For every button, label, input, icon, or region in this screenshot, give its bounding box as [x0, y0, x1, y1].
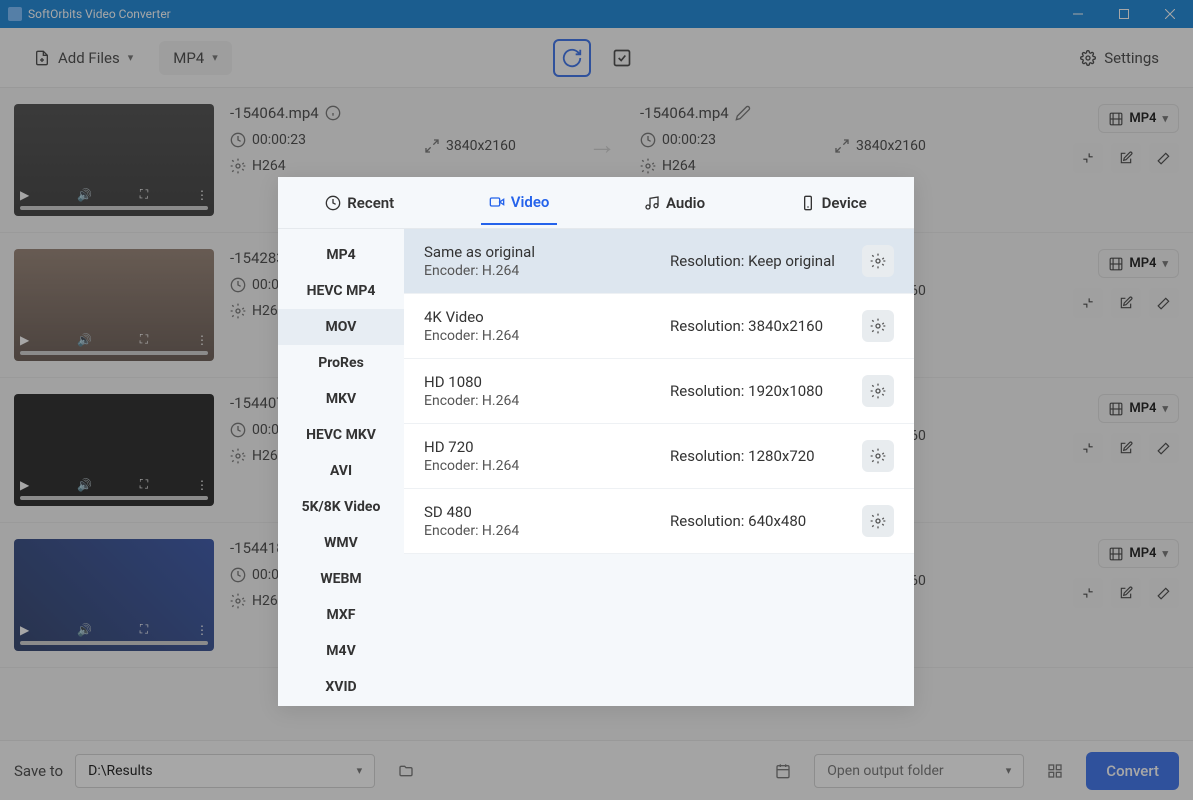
preset-title: Same as original: [424, 243, 658, 261]
format-item-m4v[interactable]: M4V: [278, 633, 404, 669]
preset-settings-button[interactable]: [862, 310, 894, 342]
gear-icon: [870, 448, 886, 464]
preset-row[interactable]: HD 1080 Encoder: H.264 Resolution: 1920x…: [404, 359, 914, 424]
preset-resolution: Resolution: 1920x1080: [670, 382, 850, 400]
tab-device[interactable]: Device: [792, 182, 875, 224]
video-icon: [489, 194, 505, 210]
preset-encoder: Encoder: H.264: [424, 393, 658, 409]
format-item-mkv[interactable]: MKV: [278, 381, 404, 417]
preset-resolution: Resolution: Keep original: [670, 252, 850, 270]
tab-recent-label: Recent: [347, 194, 394, 212]
tab-video[interactable]: Video: [481, 181, 558, 225]
preset-row[interactable]: HD 720 Encoder: H.264 Resolution: 1280x7…: [404, 424, 914, 489]
format-item-wmv[interactable]: WMV: [278, 525, 404, 561]
music-icon: [644, 195, 660, 211]
preset-settings-button[interactable]: [862, 245, 894, 277]
clock-icon: [325, 195, 341, 211]
format-item-mxf[interactable]: MXF: [278, 597, 404, 633]
gear-icon: [870, 383, 886, 399]
preset-row[interactable]: 4K Video Encoder: H.264 Resolution: 3840…: [404, 294, 914, 359]
preset-encoder: Encoder: H.264: [424, 328, 658, 344]
device-icon: [800, 195, 816, 211]
tab-video-label: Video: [511, 193, 550, 211]
format-picker-modal: Recent Video Audio Device MP4HEVC MP4MOV…: [278, 177, 914, 706]
preset-encoder: Encoder: H.264: [424, 263, 658, 279]
tab-audio-label: Audio: [666, 194, 705, 212]
tab-recent[interactable]: Recent: [317, 182, 402, 224]
format-item-hevc-mkv[interactable]: HEVC MKV: [278, 417, 404, 453]
preset-resolution: Resolution: 3840x2160: [670, 317, 850, 335]
gear-icon: [870, 253, 886, 269]
tab-audio[interactable]: Audio: [636, 182, 713, 224]
preset-list: Same as original Encoder: H.264 Resoluti…: [404, 229, 914, 706]
preset-encoder: Encoder: H.264: [424, 458, 658, 474]
preset-title: 4K Video: [424, 308, 658, 326]
preset-row[interactable]: SD 480 Encoder: H.264 Resolution: 640x48…: [404, 489, 914, 554]
preset-title: SD 480: [424, 503, 658, 521]
preset-settings-button[interactable]: [862, 375, 894, 407]
format-item-xvid[interactable]: XVID: [278, 669, 404, 705]
preset-encoder: Encoder: H.264: [424, 523, 658, 539]
format-item-mp4[interactable]: MP4: [278, 237, 404, 273]
modal-tabs: Recent Video Audio Device: [278, 177, 914, 229]
format-item-avi[interactable]: AVI: [278, 453, 404, 489]
format-item-5k-8k-video[interactable]: 5K/8K Video: [278, 489, 404, 525]
format-sidebar[interactable]: MP4HEVC MP4MOVProResMKVHEVC MKVAVI5K/8K …: [278, 229, 404, 706]
preset-title: HD 720: [424, 438, 658, 456]
preset-resolution: Resolution: 640x480: [670, 512, 850, 530]
preset-title: HD 1080: [424, 373, 658, 391]
tab-device-label: Device: [822, 194, 867, 212]
gear-icon: [870, 318, 886, 334]
preset-settings-button[interactable]: [862, 440, 894, 472]
gear-icon: [870, 513, 886, 529]
preset-row[interactable]: Same as original Encoder: H.264 Resoluti…: [404, 229, 914, 294]
preset-resolution: Resolution: 1280x720: [670, 447, 850, 465]
format-item-mov[interactable]: MOV: [278, 309, 404, 345]
preset-settings-button[interactable]: [862, 505, 894, 537]
format-item-webm[interactable]: WEBM: [278, 561, 404, 597]
format-item-hevc-mp4[interactable]: HEVC MP4: [278, 273, 404, 309]
format-item-prores[interactable]: ProRes: [278, 345, 404, 381]
